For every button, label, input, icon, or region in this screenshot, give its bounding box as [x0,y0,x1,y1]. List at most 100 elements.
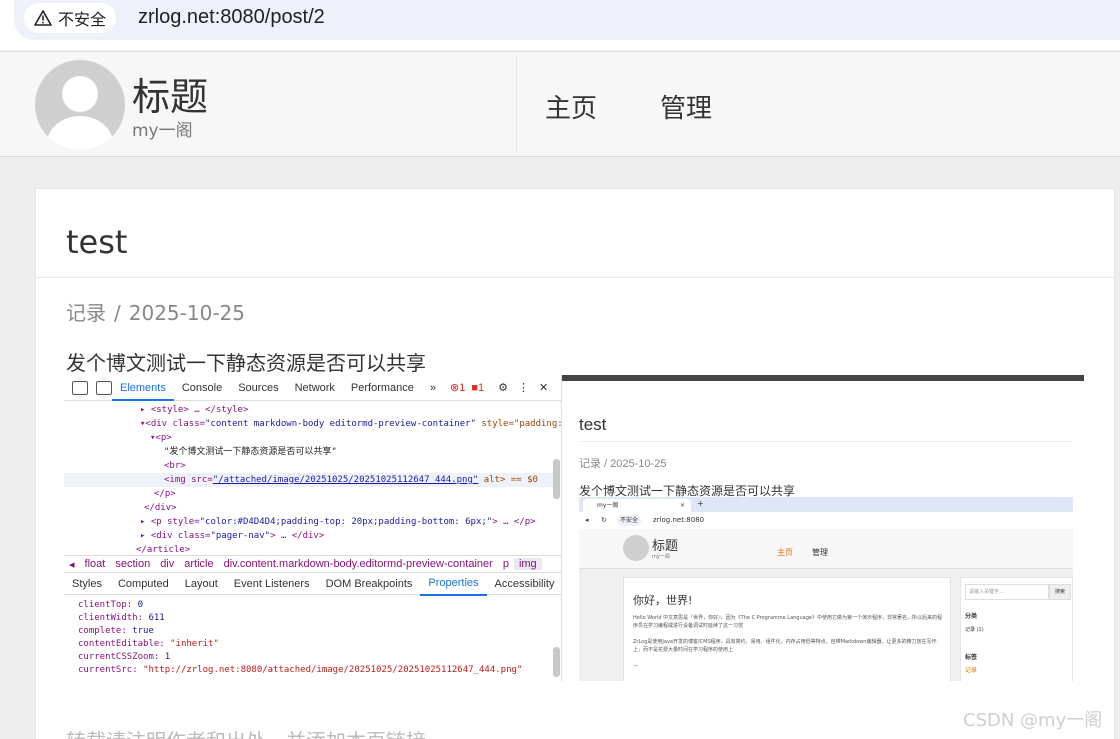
browser-address-bar: 不安全 zrlog.net:8080/post/2 [0,0,1120,50]
dom-tree: ▸ <style> … </style> ▾<div class="conten… [64,401,568,555]
post-title: test [66,223,128,261]
nested-screenshot: my一阁 × + ◂ ↻ 不安全 zrlog.net:8080 标题 my一阁 主… [579,497,1073,681]
dom-line: </div> [144,503,177,513]
mini-post-text: ZrLog是使用Java开发的博客/CMS程序，具有简约、易用、组件化、内存占用… [633,639,937,653]
crumb: section [115,558,151,570]
properties-list: clientTop: 0 clientWidth: 611 complete: … [78,599,522,677]
prop-row: contentEditable: "inherit" [78,639,219,649]
ptab-properties: Properties [420,572,487,596]
mini-post-text: Hello World 中文意思是『世界，你好』，因为《The C Progra… [633,615,942,629]
mini-category-item: 记录 (1) [965,627,984,633]
mini-new-tab-icon: + [697,499,704,508]
ptab-accessibility: Accessibility [494,577,555,590]
mini-site-header: 标题 my一阁 主页 管理 [579,529,1073,569]
ptab-layout: Layout [184,577,218,590]
site-header: 标题 my一阁 主页 管理 [0,51,1120,157]
crumb: float [84,558,106,570]
devtools-panel: Elements Console Sources Network Perform… [64,375,568,681]
ptab-event-listeners: Event Listeners [233,577,310,590]
dom-line-selected: <img src="/attached/image/20251025/20251… [64,473,554,487]
devtools-breadcrumbs: ◂ float section div article div.content.… [64,555,562,573]
article-card: test 记录 / 2025-10-25 发个博文测试一下静态资源是否可以共享 El… [35,188,1116,739]
ptab-computed: Computed [117,577,169,590]
crumb: div.content.markdown-body.editormd-previ… [223,558,493,570]
security-label: 不安全 [58,10,107,29]
mini-tag-heading: 标签 [965,654,978,661]
devtools-tab-console: Console [181,381,223,394]
warning-count-badge: ■1 [471,381,485,394]
devtools-tab-elements: Elements [112,375,174,401]
prop-row: complete: true [78,626,154,636]
prop-row: currentSrc: "http://zrlog.net:8080/attac… [78,665,523,675]
prop-row: clientTop: 0 [78,600,144,610]
security-chip[interactable]: 不安全 [24,3,117,33]
dom-scrollbar [553,459,560,499]
nav-manage[interactable]: 管理 [660,88,712,125]
post-paragraph: 发个博文测试一下静态资源是否可以共享 [66,351,426,375]
devtools-tab-more: » [429,381,437,394]
devtools-tab-network: Network [294,381,335,394]
gear-icon: ⚙ [498,382,509,394]
preview-meta: 记录 / 2025-10-25 [579,458,667,470]
reprint-notice: 转载请注明作者和出处，并添加本页链接 [66,725,426,739]
mini-post-card: 你好，世界! Hello World 中文意思是『世界，你好』，因为《The C… [623,577,951,681]
mini-avatar [623,535,649,561]
mini-post-heading: 你好，世界! [633,594,693,607]
dom-line: <br> [164,461,186,471]
device-toolbar-icon [96,380,112,395]
dom-line: ▸ <p style="color:#D4D4D4;padding-top: 2… [140,517,536,527]
title-divider [36,277,1116,278]
devtools-tab-performance: Performance [350,381,414,394]
kebab-menu-icon: ⋮ [518,382,530,394]
devtools-tab-sources: Sources [238,381,279,394]
inspect-element-icon [72,380,88,395]
post-date: 2025-10-25 [128,301,245,325]
site-title[interactable]: 标题 [132,66,208,121]
post-meta: 记录 / 2025-10-25 [66,297,245,326]
mini-security-chip: 不安全 [617,515,642,526]
devtools-tabbar: Elements Console Sources Network Perform… [64,375,562,401]
crumb: p [502,558,509,570]
post-image: Elements Console Sources Network Perform… [64,375,1084,681]
dom-line: "发个博文测试一下静态资源是否可以共享" [164,447,337,457]
props-scrollbar [553,647,560,677]
devtools-panel-tabs: Styles Computed Layout Event Listeners D… [64,572,562,596]
ptab-dom-breakpoints: DOM Breakpoints [325,577,413,590]
mini-site-title: 标题 [652,539,679,554]
mini-tab: my一阁 × [583,499,691,512]
mini-reload-icon: ↻ [601,516,607,524]
nav-home[interactable]: 主页 [545,88,597,125]
page-preview: test 记录 / 2025-10-25 发个博文测试一下静态资源是否可以共享 … [562,375,1084,681]
crumb: article [184,558,214,570]
error-count-badge: ⊗1 [450,382,466,394]
dom-line: ▸ <div class="pager-nav"> … </div> [140,531,325,541]
crumb-current: img [513,558,542,570]
site-subtitle: my一阁 [132,121,193,141]
mini-nav-home: 主页 [777,548,793,557]
dom-line: ▾<div class="content markdown-body edito… [140,419,569,429]
user-silhouette-icon [46,76,114,150]
mini-nav-manage: 管理 [812,548,828,557]
avatar[interactable] [35,60,125,150]
ptab-styles: Styles [72,577,102,590]
mini-search-input: 请输入关键字... [965,584,1049,600]
crumb: div [160,558,175,570]
mini-category-heading: 分类 [965,613,978,620]
dom-line: ▸ <style> … </style> [140,405,249,415]
mini-post-text: — [633,663,638,669]
meta-separator: / [114,301,121,325]
prop-row: clientWidth: 611 [78,613,165,623]
crumb-left-arrow: ◂ [69,558,75,571]
post-category-link[interactable]: 记录 [66,301,106,325]
mini-sidebar: 请输入关键字... 搜索 分类 记录 (1) 标签 记录 [960,577,1073,681]
dom-line: </p> [154,489,176,499]
mini-site-subtitle: my一阁 [652,554,670,560]
preview-title: test [579,415,607,434]
mini-back-icon: ◂ [585,516,589,524]
mini-tag-item: 记录 [965,667,978,674]
prop-row: currentCSSZoom: 1 [78,652,171,662]
dom-line: ▾<p> [150,433,172,443]
preview-divider [579,441,1073,442]
url-text[interactable]: zrlog.net:8080/post/2 [138,6,325,29]
mini-tabbar: my一阁 × + [579,497,1073,512]
